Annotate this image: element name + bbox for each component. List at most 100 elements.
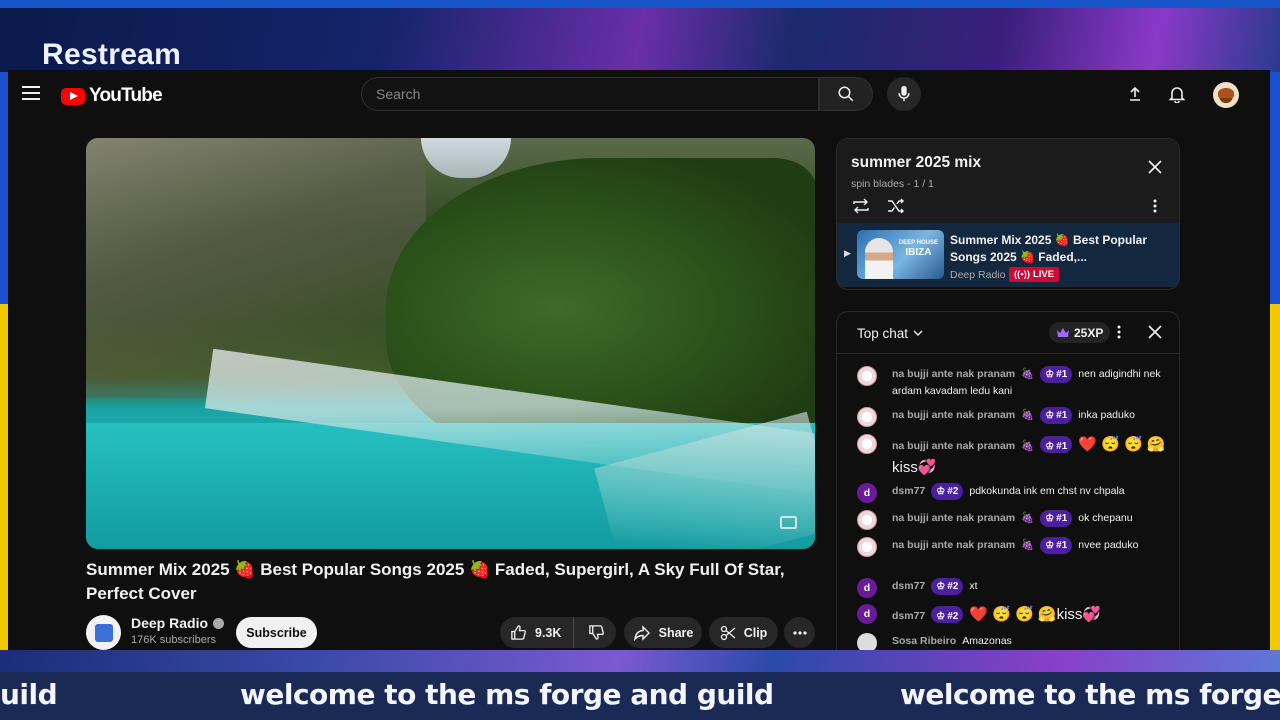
frame-side-left [0, 72, 8, 652]
user-avatar[interactable]: d [857, 578, 877, 598]
chat-message-body: dsm77 #2 pdkokunda ink em chst nv chpala [857, 483, 1167, 500]
ticker-bar: uild welcome to the ms forge and guild w… [0, 672, 1280, 720]
chat-author[interactable]: na bujji ante nak pranam [892, 368, 1015, 380]
channel-name[interactable]: Deep Radio [131, 615, 225, 631]
chat-header: Top chat 25XP [837, 312, 1179, 354]
subscriber-count: 176K subscribers [131, 634, 216, 646]
chat-mode-dropdown[interactable]: Top chat [857, 326, 923, 341]
like-dislike-group: 9.3K [500, 617, 616, 648]
chevron-down-icon [913, 330, 923, 336]
rank-badge: #1 [1040, 407, 1073, 424]
user-avatar[interactable]: d [857, 604, 877, 624]
live-chat-panel: Top chat 25XP na bujji ante nak pranam 🍇 #… [836, 311, 1180, 650]
restream-logo: Restream [42, 38, 182, 71]
thumbs-up-icon [511, 625, 526, 640]
chat-text: ok chepanu [1078, 512, 1133, 524]
chat-author[interactable]: na bujji ante nak pranam [892, 409, 1015, 421]
playlist-item-title[interactable]: Summer Mix 2025 🍓 Best Popular Songs 202… [950, 232, 1165, 266]
user-avatar[interactable] [1213, 82, 1239, 108]
xp-badge[interactable]: 25XP [1049, 322, 1111, 343]
chat-message[interactable]: d dsm77 #2 pdkokunda ink em chst nv chpala [857, 483, 1167, 503]
subscribe-button[interactable]: Subscribe [236, 617, 317, 648]
user-avatar[interactable] [857, 366, 877, 386]
search-input[interactable] [376, 86, 818, 102]
thumbnail-text: DEEP HOUSE IBIZA [899, 238, 938, 258]
playlist-panel: summer 2025 mix spin blades - 1 / 1 ▶ DE… [836, 138, 1180, 290]
rank-badge: #1 [1040, 510, 1073, 527]
chat-message[interactable]: na bujji ante nak pranam🍇#1nen adigindhi… [857, 366, 1167, 400]
chat-author[interactable]: dsm77 [892, 580, 925, 592]
user-avatar[interactable]: d [857, 483, 877, 503]
playlist-thumbnail[interactable]: DEEP HOUSE IBIZA [857, 230, 944, 279]
chat-text: Amazonas [962, 635, 1012, 647]
thumbs-down-icon [589, 625, 605, 640]
user-avatar[interactable] [857, 434, 877, 454]
user-avatar[interactable] [857, 407, 877, 427]
chat-message[interactable]: na bujji ante nak pranam 🍇 #1 nvee paduko [857, 537, 1167, 557]
share-button[interactable]: Share [624, 617, 702, 648]
more-vertical-icon[interactable] [1153, 198, 1157, 214]
clip-button[interactable]: Clip [709, 617, 778, 648]
user-avatar[interactable] [857, 510, 877, 530]
youtube-logo[interactable]: YouTube [61, 85, 163, 107]
more-vertical-icon[interactable] [1117, 324, 1121, 340]
video-player[interactable] [86, 138, 815, 549]
playlist-item[interactable]: ▶ DEEP HOUSE IBIZA Summer Mix 2025 🍓 Best… [837, 223, 1179, 287]
shuffle-icon[interactable] [886, 198, 906, 214]
close-icon[interactable] [1147, 324, 1163, 340]
youtube-wordmark: YouTube [89, 85, 163, 106]
channel-name-text[interactable]: Deep Radio [131, 615, 208, 631]
chat-message[interactable]: d dsm77 #2 xt [857, 578, 1167, 598]
playlist-header: summer 2025 mix spin blades - 1 / 1 [837, 139, 1179, 223]
chat-message[interactable]: na bujji ante nak pranam 🍇 #1 inka paduko [857, 407, 1167, 427]
ticker-fragment-left: uild [0, 678, 58, 711]
chat-message[interactable]: na bujji ante nak pranam🍇#1❤️ 😴 😴 🤗kiss💞 [857, 434, 1167, 480]
mic-icon [898, 85, 910, 102]
more-actions-button[interactable] [784, 617, 815, 648]
now-playing-icon: ▶ [844, 248, 851, 258]
search-button[interactable] [819, 77, 873, 111]
chat-message-body: na bujji ante nak pranam 🍇 #1 ok chepanu [857, 510, 1167, 527]
share-icon [633, 624, 650, 641]
masthead: YouTube [8, 70, 1270, 118]
ticker-fragment-right: welcome to the ms forge an [900, 678, 1280, 711]
loop-icon[interactable] [851, 198, 871, 214]
live-broadcast-icon: ((•)) [1014, 269, 1030, 280]
chat-messages: na bujji ante nak pranam🍇#1nen adigindhi… [837, 355, 1179, 650]
ticker-text: welcome to the ms forge and guild [240, 678, 774, 711]
xp-value: 25XP [1074, 325, 1104, 340]
chat-author[interactable]: na bujji ante nak pranam [892, 512, 1015, 524]
chat-author[interactable]: dsm77 [892, 485, 925, 497]
chat-message[interactable]: na bujji ante nak pranam 🍇 #1 ok chepanu [857, 510, 1167, 530]
chat-author[interactable]: na bujji ante nak pranam [892, 440, 1015, 452]
chat-message[interactable]: Sosa Ribeiro Amazonas [857, 633, 1167, 650]
chat-author[interactable]: dsm77 [892, 610, 925, 622]
banner-edge [0, 0, 1280, 8]
chat-author[interactable]: na bujji ante nak pranam [892, 539, 1015, 551]
youtube-app: YouTube Summer Mix 2025 🍓 Best Popular S… [8, 70, 1270, 650]
scissors-icon [720, 625, 736, 640]
playlist-title[interactable]: summer 2025 mix [851, 154, 981, 172]
menu-icon[interactable] [22, 86, 40, 100]
chat-mode-label: Top chat [857, 326, 909, 341]
grape-emoji-icon: 🍇 [1021, 440, 1035, 452]
close-icon[interactable] [1147, 159, 1163, 175]
channel-watermark-icon[interactable] [780, 516, 797, 529]
like-button[interactable]: 9.3K [500, 617, 575, 648]
channel-avatar[interactable] [86, 615, 121, 650]
user-avatar[interactable] [857, 633, 877, 650]
thumbnail-figure [865, 238, 893, 279]
grape-emoji-icon: 🍇 [1021, 539, 1035, 551]
live-badge: ((•)) LIVE [1009, 267, 1060, 282]
video-frame-sky [421, 138, 511, 178]
voice-search-button[interactable] [887, 77, 921, 111]
upload-button[interactable] [1123, 82, 1147, 106]
dislike-button[interactable] [574, 617, 619, 648]
rank-badge: #1 [1040, 436, 1073, 453]
upload-icon [1130, 86, 1140, 101]
chat-author[interactable]: Sosa Ribeiro [892, 635, 956, 647]
notifications-button[interactable] [1165, 82, 1189, 106]
playlist-subtitle: spin blades - 1 / 1 [851, 178, 934, 190]
user-avatar[interactable] [857, 537, 877, 557]
chat-message[interactable]: d dsm77 #2 ❤️ 😴 😴 🤗kiss💞 [857, 604, 1167, 627]
